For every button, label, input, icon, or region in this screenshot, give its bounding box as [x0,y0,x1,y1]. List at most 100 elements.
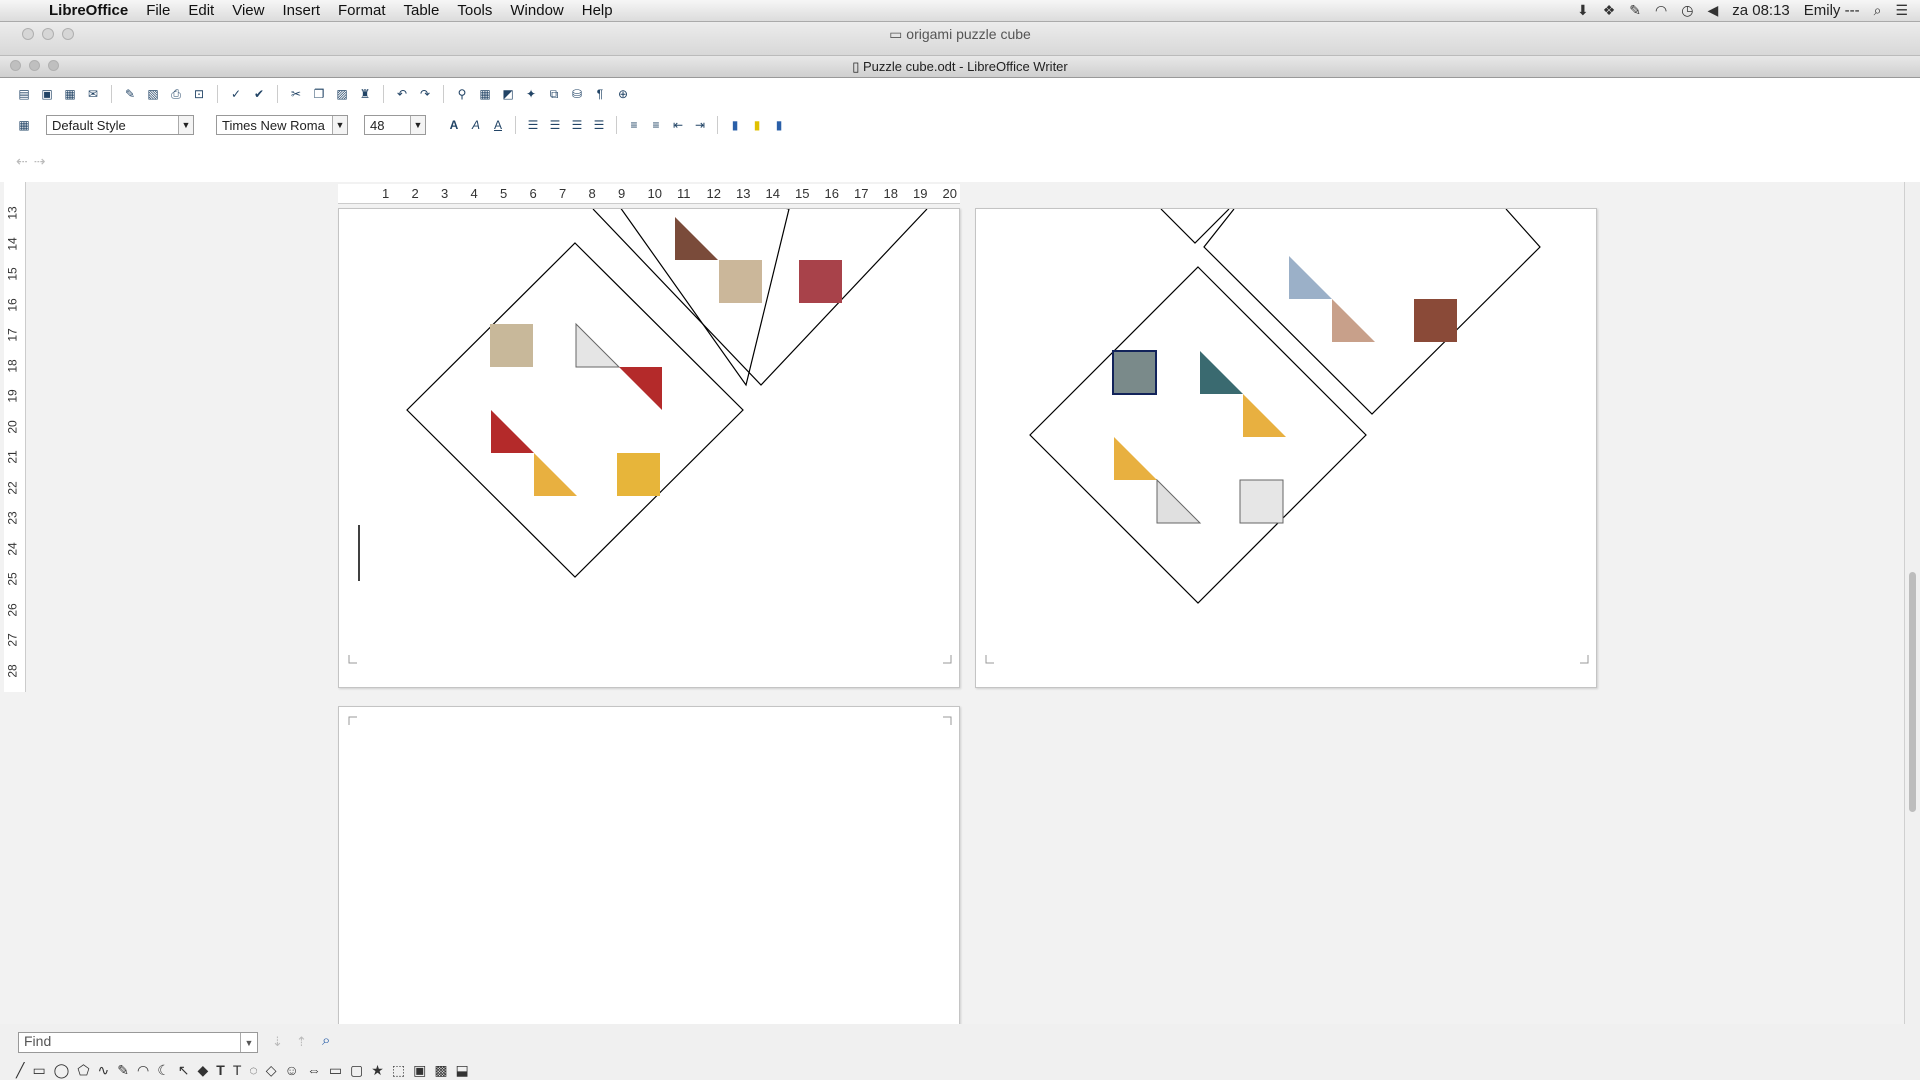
scrollbar-thumb[interactable] [1909,572,1916,812]
line-icon[interactable]: ╱ [16,1062,24,1079]
bold-icon[interactable]: A [446,117,462,133]
menu-help[interactable]: Help [573,2,622,19]
arc-icon[interactable]: ◠ [137,1062,149,1079]
pen-icon[interactable]: ✎ [1629,2,1641,19]
show-draw-functions-icon[interactable]: ◩ [500,86,516,102]
new-document-icon[interactable]: ▤ [16,86,32,102]
ellipse-icon[interactable]: ◯ [54,1062,70,1079]
autospellcheck-icon[interactable]: ✔ [251,86,267,102]
mail-icon[interactable]: ✉ [85,86,101,102]
find-input[interactable]: Find ▼ [18,1032,258,1053]
find-next-icon[interactable]: ⇡ [296,1034,307,1050]
decrease-indent-icon[interactable]: ⇤ [670,117,686,133]
back-arrow-icon[interactable]: ⇠ [16,153,28,170]
menu-tools[interactable]: Tools [448,2,501,19]
background-color-icon[interactable]: ▮ [771,117,787,133]
from-file-icon[interactable]: ▩ [434,1062,447,1079]
extrusion-icon[interactable]: ⬓ [456,1062,469,1079]
time-machine-icon[interactable]: ◷ [1681,2,1693,19]
menu-format[interactable]: Format [329,2,395,19]
menu-app-name[interactable]: LibreOffice [40,2,137,19]
menu-window[interactable]: Window [501,2,572,19]
copy-icon[interactable]: ❐ [311,86,327,102]
spotlight-icon[interactable]: ⌕ [1874,2,1882,19]
export-pdf-icon[interactable]: ▧ [145,86,161,102]
clone-formatting-icon[interactable]: ♜ [357,86,373,102]
find-previous-icon[interactable]: ⇣ [272,1034,283,1050]
font-color-icon[interactable]: ▮ [727,117,743,133]
justify-icon[interactable]: ☰ [591,117,607,133]
edit-mode-icon[interactable]: ✎ [122,86,138,102]
forward-arrow-icon[interactable]: ⇢ [34,153,46,170]
increase-indent-icon[interactable]: ⇥ [692,117,708,133]
points-icon[interactable]: ⬚ [392,1062,405,1079]
align-left-icon[interactable]: ☰ [525,117,541,133]
flowchart-icon[interactable]: ▭ [329,1062,342,1079]
fontwork-icon[interactable]: ▣ [413,1062,426,1079]
numbering-icon[interactable]: ≡ [626,117,642,133]
notification-center-icon[interactable]: ☰ [1895,2,1908,19]
block-arrows-icon[interactable]: ⇔ [307,1062,321,1079]
wifi-icon[interactable]: ◠ [1655,2,1667,19]
clock[interactable]: za 08:13 [1732,2,1790,19]
callout-icon[interactable]: ◌ [249,1062,257,1079]
fill-icon[interactable]: ◆ [198,1062,209,1079]
symbol-shapes-icon[interactable]: ☺ [285,1062,299,1079]
chevron-down-icon[interactable]: ▼ [332,116,347,134]
curve-icon[interactable]: ∿ [98,1062,110,1079]
underline-icon[interactable]: A [490,117,506,133]
open-icon[interactable]: ▣ [39,86,55,102]
font-name-select[interactable]: Times New Roma ▼ [216,115,348,135]
undo-icon[interactable]: ↶ [394,86,410,102]
vertical-scrollbar[interactable] [1904,182,1920,1024]
table-icon[interactable]: ▦ [477,86,493,102]
paste-icon[interactable]: ▨ [334,86,350,102]
download-icon[interactable]: ⬇ [1577,2,1589,19]
cut-icon[interactable]: ✂ [288,86,304,102]
callouts-icon[interactable]: ▢ [350,1062,363,1079]
spellcheck-icon[interactable]: ✓ [228,86,244,102]
menu-edit[interactable]: Edit [179,2,223,19]
freeform-icon[interactable]: ✎ [117,1062,129,1079]
save-icon[interactable]: ▦ [62,86,78,102]
menu-file[interactable]: File [137,2,179,19]
font-size-select[interactable]: 48 ▼ [364,115,426,135]
navigator-icon[interactable]: ✦ [523,86,539,102]
redo-icon[interactable]: ↷ [417,86,433,102]
menu-table[interactable]: Table [395,2,449,19]
vertical-ruler[interactable]: 13 14 15 16 17 18 19 20 21 22 23 24 25 26 27 28 [4,182,26,692]
menu-insert[interactable]: Insert [273,2,329,19]
volume-icon[interactable]: ◀ [1707,2,1718,19]
bullets-icon[interactable]: ≡ [648,117,664,133]
dropbox-icon[interactable]: ❖ [1603,2,1616,19]
text-icon[interactable]: T [216,1062,225,1079]
find-and-replace-icon[interactable]: ⌕ [322,1032,330,1049]
select-icon[interactable]: ↖ [178,1062,190,1079]
moon-icon[interactable]: ☾ [157,1062,170,1079]
styles-and-formatting-icon[interactable]: ▦ [16,117,32,133]
rectangle-icon[interactable]: ▭ [32,1062,45,1079]
page-3[interactable] [338,706,960,1024]
formatting-marks-icon[interactable]: ¶ [592,86,608,102]
help-icon[interactable]: ⊕ [615,86,631,102]
data-sources-icon[interactable]: ⛁ [569,86,585,102]
menu-view[interactable]: View [223,2,273,19]
stars-icon[interactable]: ★ [371,1062,384,1079]
chevron-down-icon[interactable]: ▼ [240,1033,257,1052]
paragraph-style-select[interactable]: Default Style ▼ [46,115,194,135]
user-name[interactable]: Emily --- [1804,2,1860,19]
gallery-icon[interactable]: ⧉ [546,86,562,102]
print-icon[interactable]: ⎙ [168,86,184,102]
page-2[interactable] [975,208,1597,688]
chevron-down-icon[interactable]: ▼ [178,116,193,134]
align-right-icon[interactable]: ☰ [569,117,585,133]
align-center-icon[interactable]: ☰ [547,117,563,133]
polygon-icon[interactable]: ⬠ [77,1062,89,1079]
page-1[interactable] [338,208,960,688]
print-preview-icon[interactable]: ⊡ [191,86,207,102]
hyperlink-icon[interactable]: ⚲ [454,86,470,102]
italic-icon[interactable]: A [468,117,484,133]
document-area[interactable]: 1 2 3 4 5 6 7 8 9 10 11 12 13 14 15 16 17 18 19 20 13 14 15 16… [0,182,1920,1024]
basic-shapes-icon[interactable]: ◇ [266,1062,277,1079]
chevron-down-icon[interactable]: ▼ [410,116,425,134]
